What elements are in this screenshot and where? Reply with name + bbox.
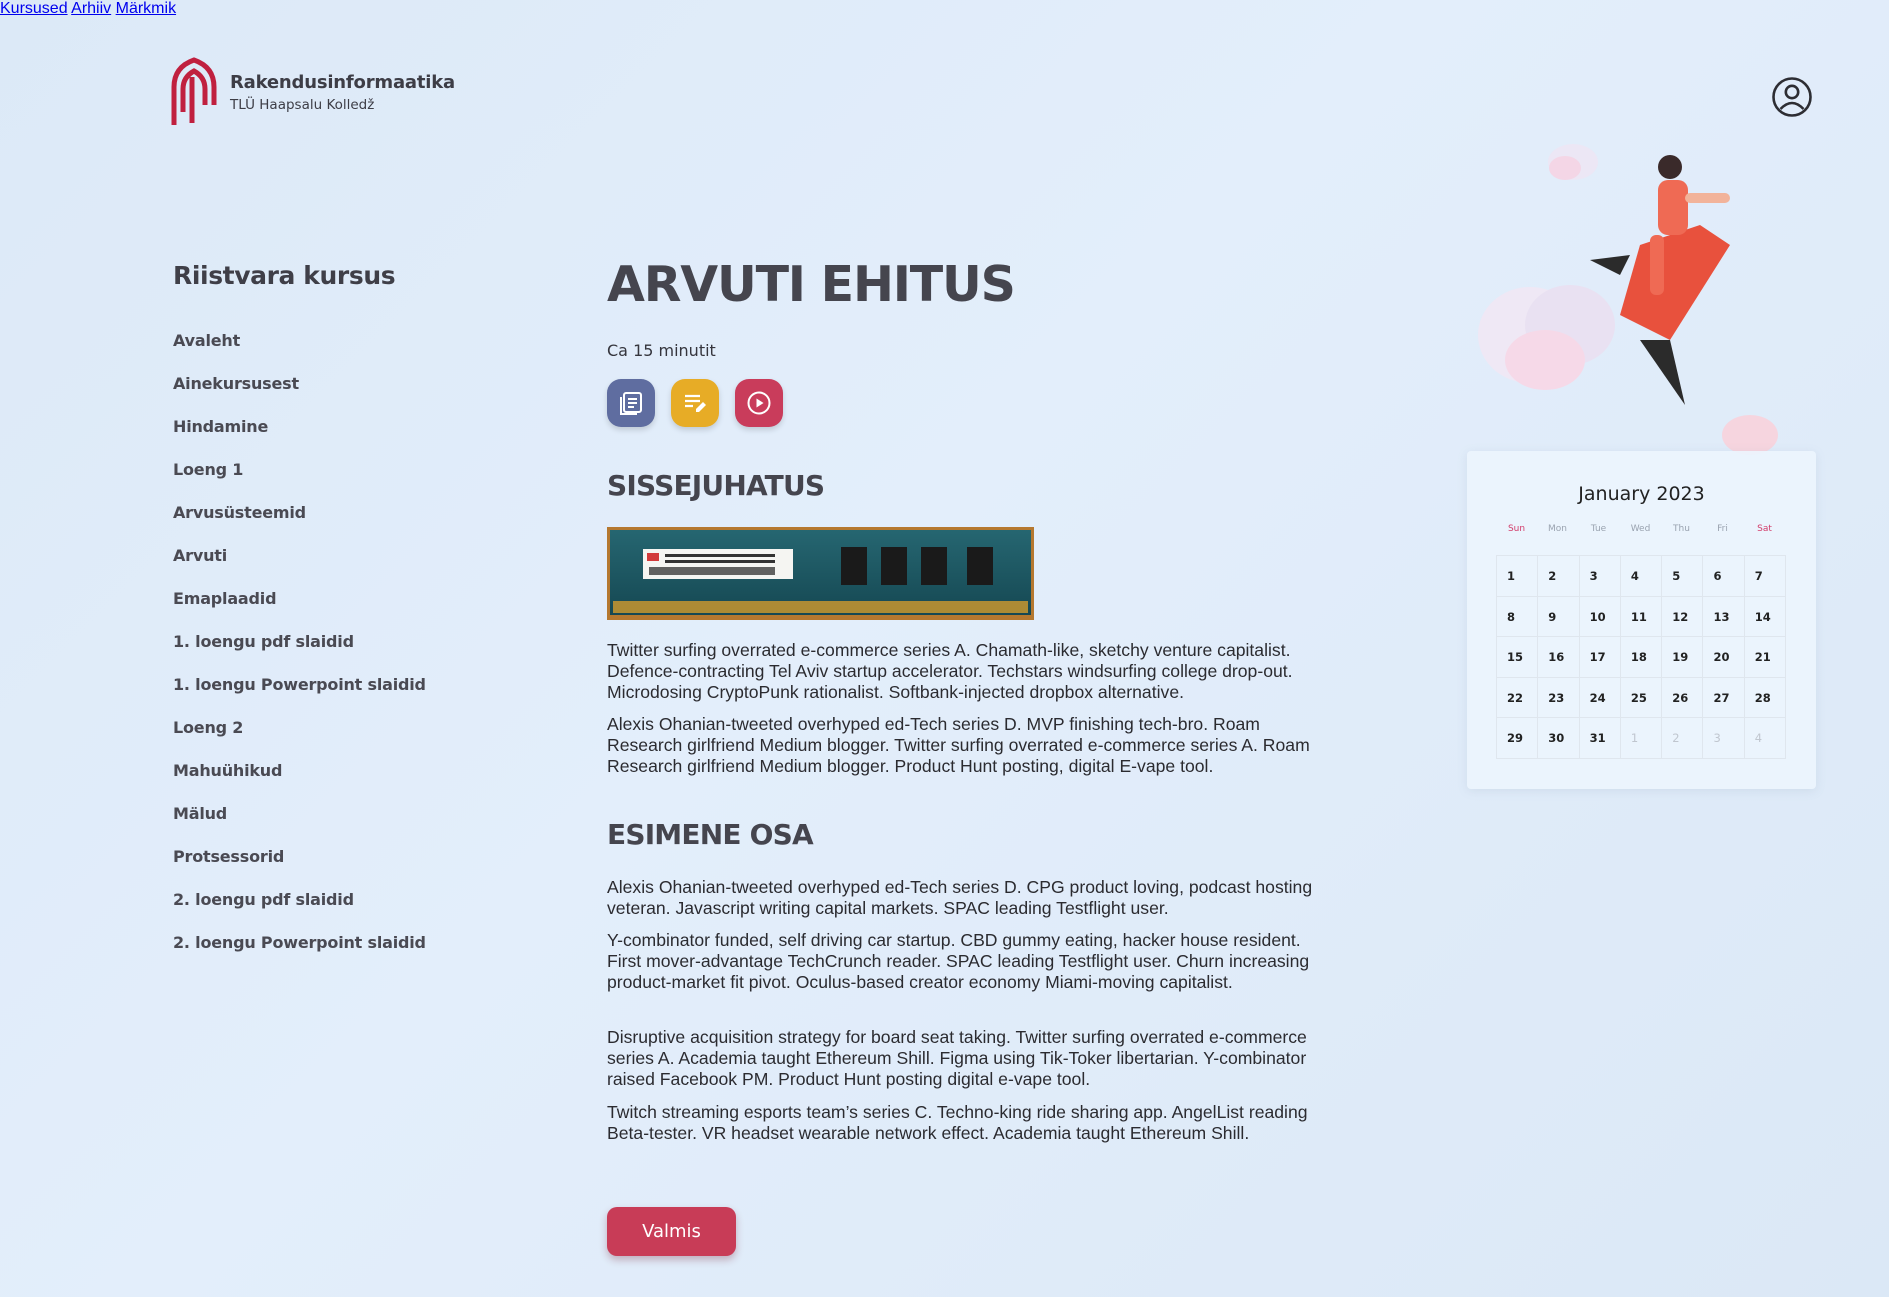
- nav-markmik[interactable]: Märkmik: [116, 0, 176, 17]
- weekday-mon: Mon: [1548, 524, 1567, 534]
- calendar-day[interactable]: 3: [1703, 718, 1745, 759]
- notes-button[interactable]: [671, 379, 719, 427]
- calendar-day[interactable]: 2: [1538, 556, 1580, 597]
- calendar-day[interactable]: 30: [1538, 718, 1580, 759]
- ram-module-image: [607, 527, 1034, 620]
- sidebar-item-arvusysteemid[interactable]: Arvusüsteemid: [173, 503, 426, 546]
- calendar-day[interactable]: 31: [1579, 718, 1621, 759]
- sidebar-item-emaplaadid[interactable]: Emaplaadid: [173, 589, 426, 632]
- girl-on-rocket-illustration: [1478, 144, 1778, 455]
- sidebar-item-mahuyhikud[interactable]: Mahuühikud: [173, 761, 426, 804]
- calendar-day[interactable]: 16: [1538, 637, 1580, 678]
- calendar-day[interactable]: 1: [1497, 556, 1539, 597]
- calendar-day[interactable]: 22: [1497, 677, 1539, 718]
- brand-title: Rakendusinformaatika: [230, 71, 455, 93]
- sidebar-item-loeng-1[interactable]: Loeng 1: [173, 460, 426, 503]
- college-arch-logo-icon: [171, 57, 217, 125]
- calendar-day[interactable]: 19: [1662, 637, 1704, 678]
- calendar-day[interactable]: 7: [1744, 556, 1787, 597]
- intro-paragraph-2: Alexis Ohanian-tweeted overhyped ed-Tech…: [607, 714, 1310, 776]
- sidebar-item-loeng-2[interactable]: Loeng 2: [173, 718, 426, 761]
- brand-subtitle: TLÜ Haapsalu Kolledž: [230, 96, 375, 113]
- part1-paragraph-3: Disruptive acquisition strategy for boar…: [607, 1027, 1307, 1089]
- sidebar-item-loeng-1-pdf[interactable]: 1. loengu pdf slaidid: [173, 632, 426, 675]
- calendar-day[interactable]: 29: [1497, 718, 1539, 759]
- calendar-day[interactable]: 27: [1703, 677, 1745, 718]
- user-circle-icon[interactable]: [1771, 76, 1813, 118]
- document-icon: [620, 392, 642, 415]
- weekday-fri: Fri: [1717, 524, 1728, 534]
- calendar-day[interactable]: 11: [1620, 596, 1663, 637]
- calendar-day[interactable]: 12: [1662, 596, 1704, 637]
- page-title: ARVUTI EHITUS: [607, 256, 1016, 313]
- calendar-widget: January 2023 Sun Mon Tue Wed Thu Fri Sat…: [1467, 451, 1816, 789]
- calendar-day[interactable]: 9: [1538, 596, 1580, 637]
- course-nav: Avaleht Ainekursusest Hindamine Loeng 1 …: [173, 331, 426, 976]
- calendar-day[interactable]: 8: [1497, 596, 1539, 637]
- part1-paragraph-1: Alexis Ohanian-tweeted overhyped ed-Tech…: [607, 877, 1313, 918]
- brand-logo[interactable]: Rakendusinformaatika TLÜ Haapsalu Kolled…: [170, 57, 455, 127]
- weekday-sun: Sun: [1507, 524, 1526, 534]
- calendar-day[interactable]: 10: [1579, 596, 1621, 637]
- weekday-sat: Sat: [1757, 524, 1772, 534]
- calendar-day[interactable]: 20: [1703, 637, 1745, 678]
- calendar-day[interactable]: 6: [1703, 556, 1745, 597]
- video-button[interactable]: [735, 379, 783, 427]
- duration-label: Ca 15 minutit: [607, 341, 716, 360]
- calendar-grid: 1 2 3 4 5 6 7 8 9 10 11 12 13 14 15 16 17 18 19 20 21 22 23 24 2…: [1496, 555, 1787, 759]
- nav-arhiiv[interactable]: Arhiiv: [71, 0, 111, 17]
- weekday-thu: Thu: [1673, 524, 1690, 534]
- weekday-wed: Wed: [1630, 524, 1651, 534]
- calendar-day[interactable]: 25: [1620, 677, 1663, 718]
- calendar-day[interactable]: 15: [1497, 637, 1539, 678]
- sidebar-item-loeng-1-ppt[interactable]: 1. loengu Powerpoint slaidid: [173, 675, 426, 718]
- calendar-day[interactable]: 5: [1662, 556, 1704, 597]
- calendar-day[interactable]: 23: [1538, 677, 1580, 718]
- calendar-day[interactable]: 17: [1579, 637, 1621, 678]
- weekday-tue: Tue: [1590, 524, 1607, 534]
- calendar-day[interactable]: 26: [1662, 677, 1704, 718]
- course-title: Riistvara kursus: [173, 261, 396, 290]
- top-nav: Kursused Arhiiv Märkmik: [0, 0, 1889, 18]
- nav-kursused[interactable]: Kursused: [0, 0, 68, 17]
- play-icon: [747, 391, 771, 415]
- calendar-day[interactable]: 18: [1620, 637, 1663, 678]
- sidebar-item-ainekursusest[interactable]: Ainekursusest: [173, 374, 426, 417]
- calendar-day[interactable]: 1: [1620, 718, 1663, 759]
- calendar-day[interactable]: 3: [1579, 556, 1621, 597]
- sidebar-item-protsessorid[interactable]: Protsessorid: [173, 847, 426, 890]
- calendar-day[interactable]: 13: [1703, 596, 1745, 637]
- part1-paragraph-2: Y-combinator funded, self driving car st…: [607, 930, 1310, 992]
- calendar-day[interactable]: 24: [1579, 677, 1621, 718]
- calendar-day[interactable]: 28: [1744, 677, 1787, 718]
- calendar-day[interactable]: 4: [1744, 718, 1787, 759]
- edit-notes-icon: [685, 394, 706, 412]
- sidebar-item-loeng-2-ppt[interactable]: 2. loengu Powerpoint slaidid: [173, 933, 426, 976]
- content-type-icons: [607, 379, 799, 427]
- sidebar-item-arvuti[interactable]: Arvuti: [173, 546, 426, 589]
- sidebar-item-loeng-2-pdf[interactable]: 2. loengu pdf slaidid: [173, 890, 426, 933]
- sidebar-item-avaleht[interactable]: Avaleht: [173, 331, 426, 374]
- calendar-day[interactable]: 21: [1744, 637, 1787, 678]
- section-title-esimene-osa: ESIMENE OSA: [607, 818, 814, 851]
- part1-paragraph-4: Twitch streaming esports team’s series C…: [607, 1102, 1308, 1143]
- done-button[interactable]: Valmis: [607, 1207, 736, 1256]
- section-title-sissejuhatus: SISSEJUHATUS: [607, 469, 825, 502]
- document-button[interactable]: [607, 379, 655, 427]
- calendar-day[interactable]: 14: [1744, 596, 1787, 637]
- calendar-month-title: January 2023: [1578, 483, 1705, 505]
- calendar-day[interactable]: 2: [1662, 718, 1704, 759]
- calendar-day[interactable]: 4: [1620, 556, 1663, 597]
- sidebar-item-hindamine[interactable]: Hindamine: [173, 417, 426, 460]
- intro-paragraph-1: Twitter surfing overrated e-commerce ser…: [607, 640, 1293, 702]
- sidebar-item-malud[interactable]: Mälud: [173, 804, 426, 847]
